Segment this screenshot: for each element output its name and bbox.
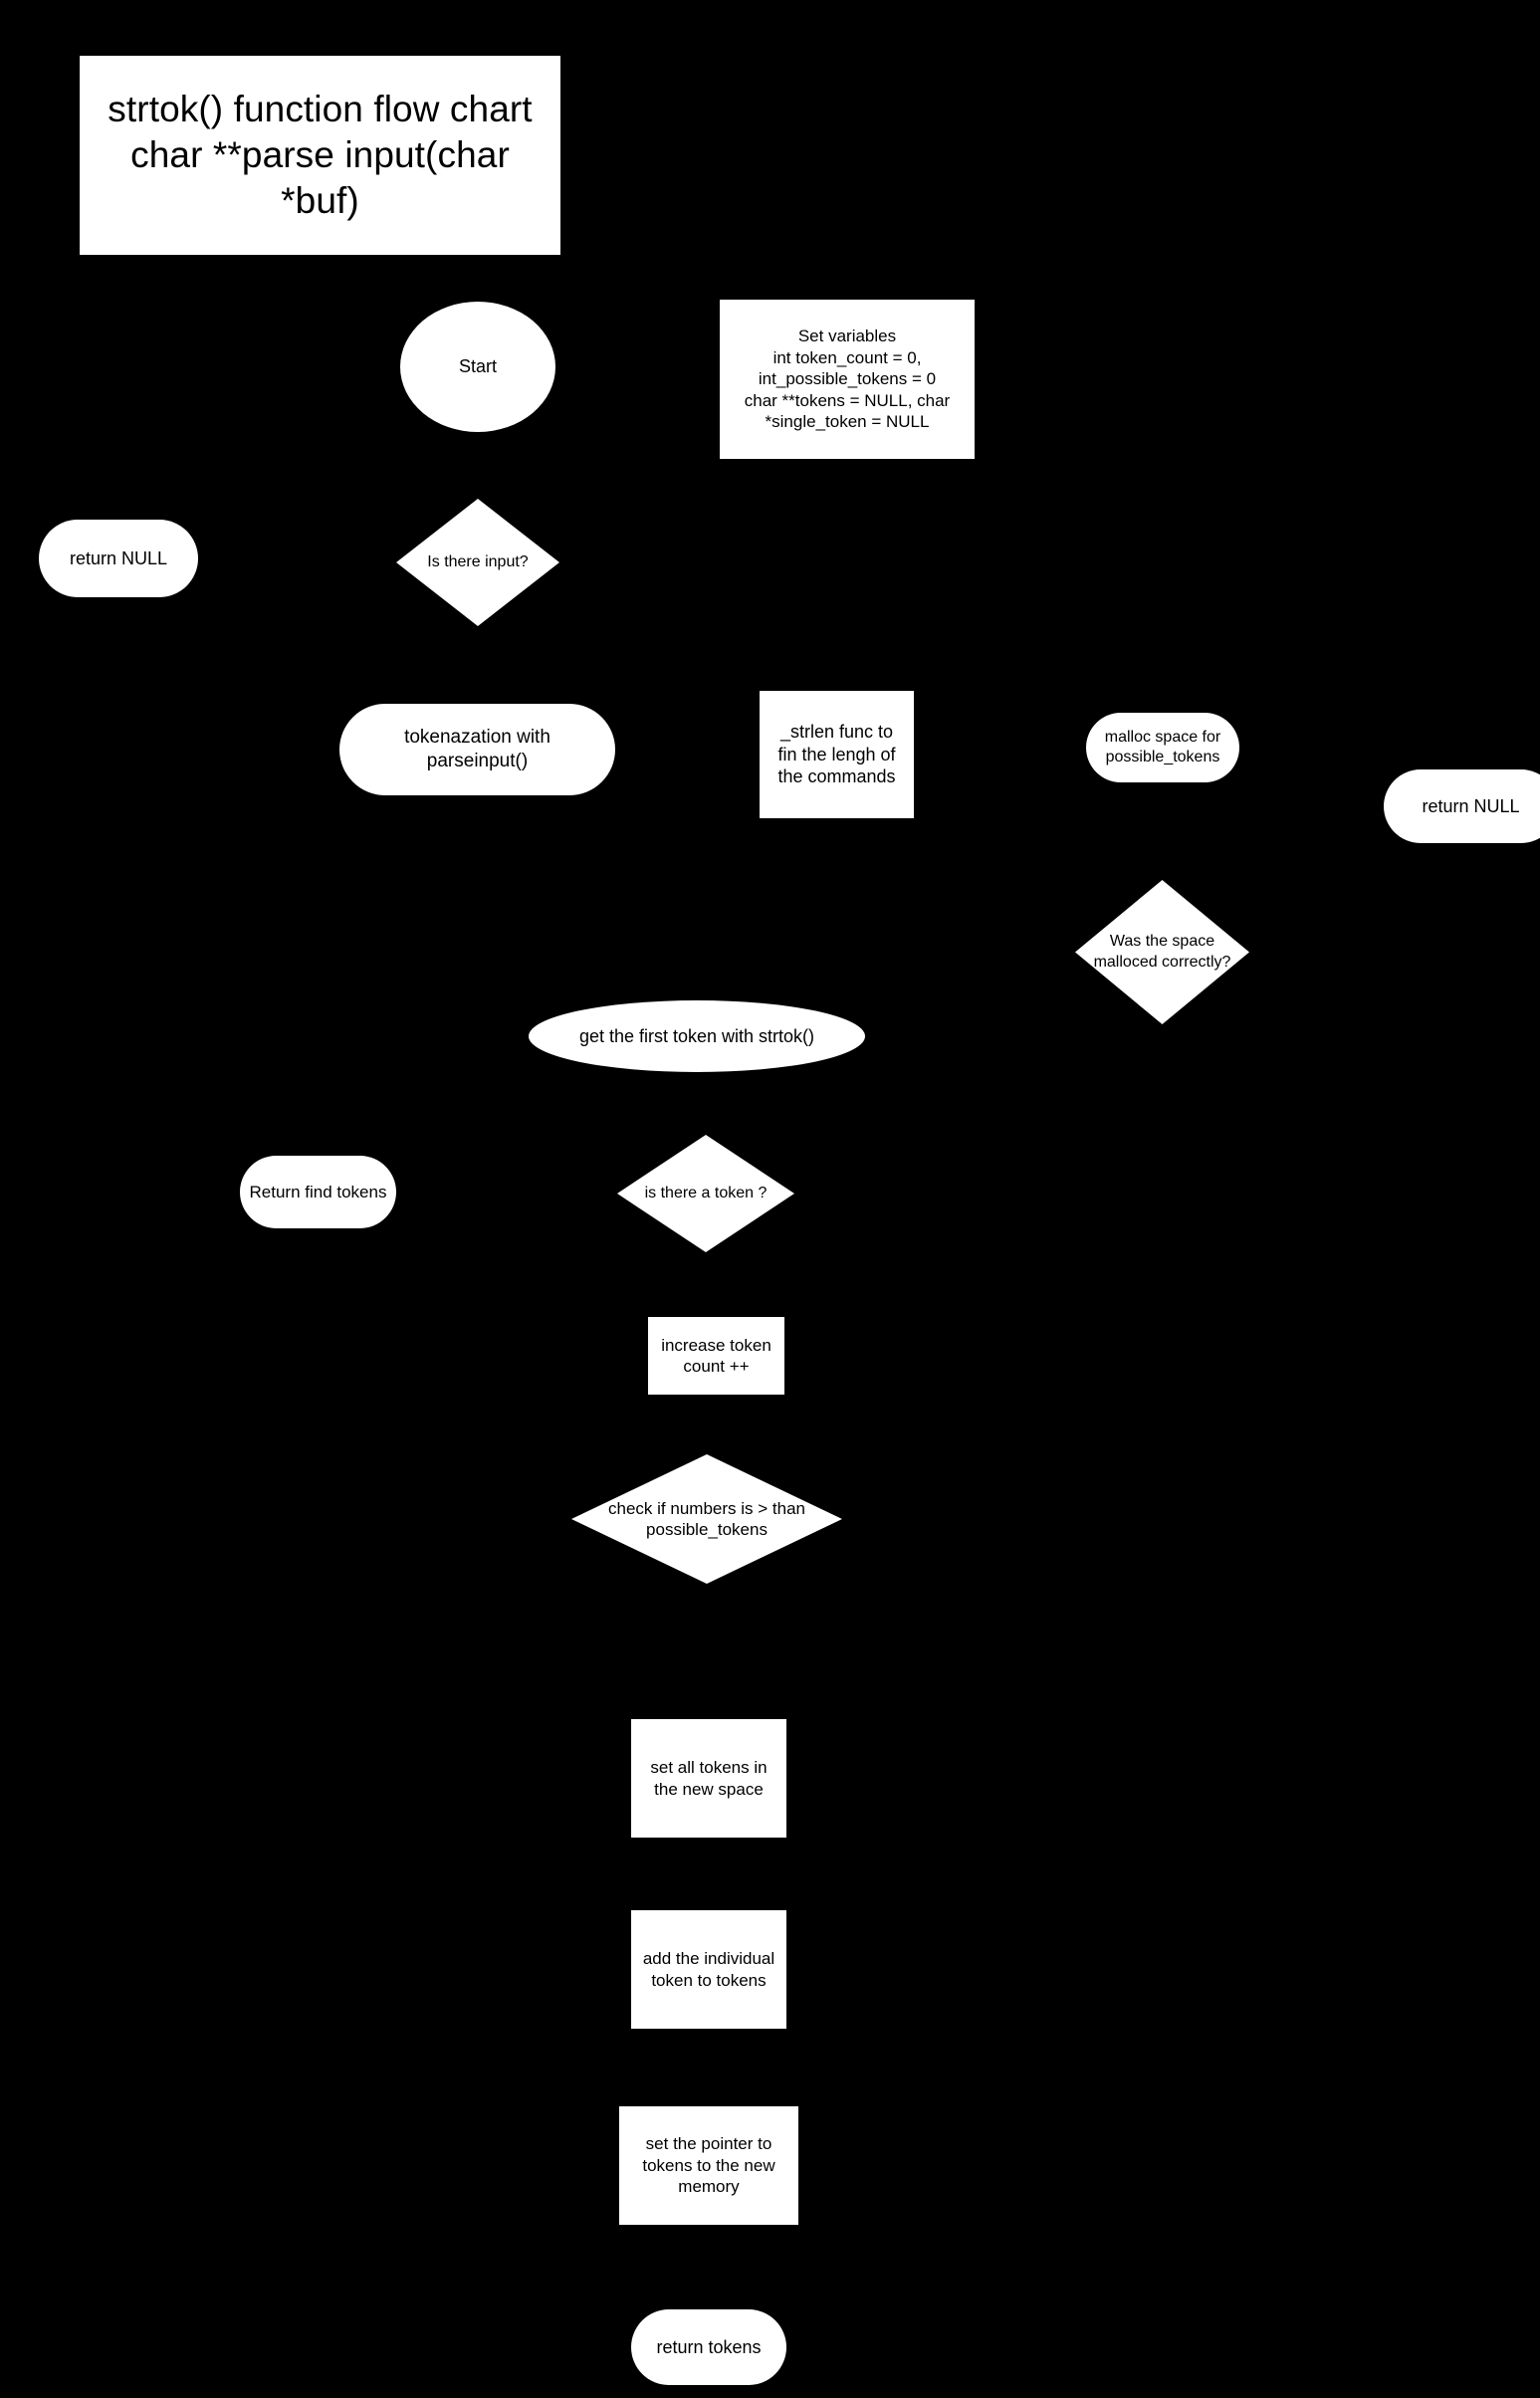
node-return-tokens-label: return tokens: [656, 2336, 762, 2357]
title-block-label: strtok() function flow chart char **pars…: [108, 89, 533, 221]
node-is-there-a-token: is there a token ?: [617, 1135, 794, 1252]
node-check-numbers-label: check if numbers is > than possible_toke…: [608, 1498, 805, 1539]
node-increase-token-count-label: increase token count ++: [661, 1335, 771, 1376]
node-check-numbers: check if numbers is > than possible_toke…: [571, 1454, 842, 1584]
node-return-null-left: return NULL: [39, 520, 198, 597]
node-return-null-right: return NULL: [1384, 769, 1540, 843]
node-set-all-tokens: set all tokens in the new space: [631, 1719, 786, 1838]
node-tokenazation: tokenazation with parseinput(): [339, 704, 615, 795]
node-strlen-func-label: _strlen func to fin the lengh of the com…: [777, 721, 896, 787]
node-return-null-right-label: return NULL: [1422, 795, 1520, 816]
node-malloc-space-label: malloc space for possible_tokens: [1104, 728, 1221, 765]
node-return-find-tokens-label: Return find tokens: [249, 1182, 387, 1201]
node-is-there-a-token-label: is there a token ?: [644, 1184, 768, 1201]
node-start-label: Start: [458, 356, 497, 377]
node-was-malloced-label: Was the space malloced correctly?: [1093, 933, 1231, 971]
node-set-pointer: set the pointer to tokens to the new mem…: [619, 2106, 798, 2225]
node-get-first-token-label: get the first token with strtok(): [578, 1025, 815, 1046]
node-is-there-input-label: Is there input?: [427, 552, 529, 570]
node-strlen-func: _strlen func to fin the lengh of the com…: [760, 691, 914, 818]
node-start: Start: [400, 302, 555, 432]
node-get-first-token: get the first token with strtok(): [529, 1000, 865, 1072]
node-return-tokens: return tokens: [631, 2309, 786, 2385]
node-set-variables: Set variables int token_count = 0, int_p…: [720, 300, 975, 459]
node-is-there-input: Is there input?: [396, 499, 559, 626]
title-block: strtok() function flow chart char **pars…: [80, 56, 560, 255]
node-was-malloced: Was the space malloced correctly?: [1075, 880, 1249, 1024]
node-return-null-left-label: return NULL: [69, 547, 168, 568]
flowchart-canvas: strtok() function flow chart char **pars…: [0, 0, 1540, 2398]
node-set-pointer-label: set the pointer to tokens to the new mem…: [642, 2134, 775, 2197]
node-add-individual-token-label: add the individual token to tokens: [642, 1949, 775, 1990]
node-tokenazation-label: tokenazation with parseinput(): [404, 727, 550, 771]
node-malloc-space: malloc space for possible_tokens: [1086, 713, 1239, 782]
node-add-individual-token: add the individual token to tokens: [631, 1910, 786, 2029]
node-increase-token-count: increase token count ++: [648, 1317, 784, 1395]
node-set-all-tokens-label: set all tokens in the new space: [650, 1758, 768, 1799]
node-return-find-tokens: Return find tokens: [240, 1156, 396, 1228]
node-set-variables-label: Set variables int token_count = 0, int_p…: [744, 327, 951, 432]
